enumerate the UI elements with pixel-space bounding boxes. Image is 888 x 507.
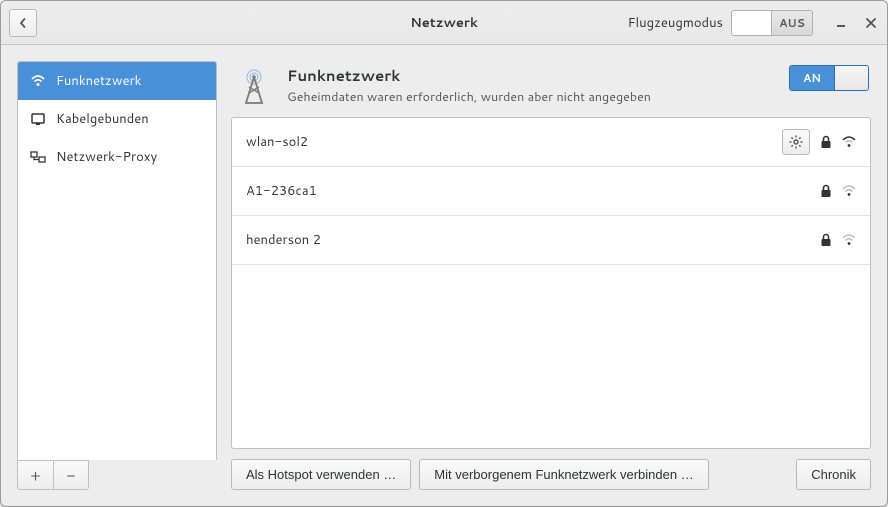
main-panel: Funknetzwerk Geheimdaten waren erforderl… [231, 61, 871, 490]
remove-connection-button[interactable]: − [53, 461, 88, 489]
signal-icon [842, 184, 856, 198]
sidebar: Funknetzwerk Kabelgebunden Netzwerk-Prox… [17, 61, 217, 460]
panel-subtitle: Geheimdaten waren erforderlich, wurden a… [287, 88, 777, 106]
hotspot-button[interactable]: Als Hotspot verwenden … [231, 459, 411, 490]
wifi-icon [30, 73, 46, 89]
network-row[interactable]: henderson 2 [232, 216, 870, 265]
toggle-handle [834, 66, 868, 90]
connect-hidden-button[interactable]: Mit verborgenem Funknetzwerk verbinden … [419, 459, 708, 490]
sidebar-item-label: Funknetzwerk [56, 72, 141, 90]
network-row[interactable]: wlan-sol2 [232, 118, 870, 167]
content-area: Funknetzwerk Kabelgebunden Netzwerk-Prox… [1, 45, 887, 506]
back-button[interactable] [9, 9, 37, 37]
network-list: wlan-sol2 A1-236ca1 [231, 117, 871, 449]
panel-title: Funknetzwerk [287, 65, 777, 86]
wireless-antenna-icon [233, 65, 275, 107]
lock-icon [820, 233, 832, 247]
toggle-knob: AUS [771, 11, 812, 35]
sidebar-item-wired[interactable]: Kabelgebunden [18, 100, 216, 138]
sidebar-item-label: Netzwerk-Proxy [56, 148, 157, 166]
titlebar: Netzwerk Flugzeugmodus AUS [1, 1, 887, 45]
network-name: henderson 2 [246, 231, 820, 249]
lock-icon [820, 135, 832, 149]
airplane-mode-toggle[interactable]: AUS [731, 10, 813, 36]
history-button[interactable]: Chronik [796, 459, 871, 490]
add-connection-button[interactable]: + [18, 461, 53, 489]
signal-icon [842, 135, 856, 149]
network-name: A1-236ca1 [246, 182, 820, 200]
lock-icon [820, 184, 832, 198]
sidebar-item-label: Kabelgebunden [56, 110, 149, 128]
network-name: wlan-sol2 [246, 133, 782, 151]
network-settings-button[interactable] [782, 129, 810, 155]
signal-icon [842, 233, 856, 247]
close-button[interactable] [863, 15, 879, 31]
proxy-icon [30, 149, 46, 165]
wireless-toggle[interactable]: AN [789, 65, 869, 91]
sidebar-item-proxy[interactable]: Netzwerk-Proxy [18, 138, 216, 176]
sidebar-container: Funknetzwerk Kabelgebunden Netzwerk-Prox… [17, 61, 217, 490]
minimize-button[interactable] [833, 15, 849, 31]
sidebar-add-remove: + − [17, 460, 89, 490]
network-settings-window: Netzwerk Flugzeugmodus AUS [0, 0, 888, 507]
panel-header: Funknetzwerk Geheimdaten waren erforderl… [231, 61, 871, 107]
airplane-mode-label: Flugzeugmodus [628, 14, 723, 32]
wired-icon [30, 111, 46, 127]
footer-buttons: Als Hotspot verwenden … Mit verborgenem … [231, 459, 871, 490]
sidebar-item-wireless[interactable]: Funknetzwerk [18, 62, 216, 100]
network-row[interactable]: A1-236ca1 [232, 167, 870, 216]
toggle-on-label: AN [790, 66, 834, 90]
